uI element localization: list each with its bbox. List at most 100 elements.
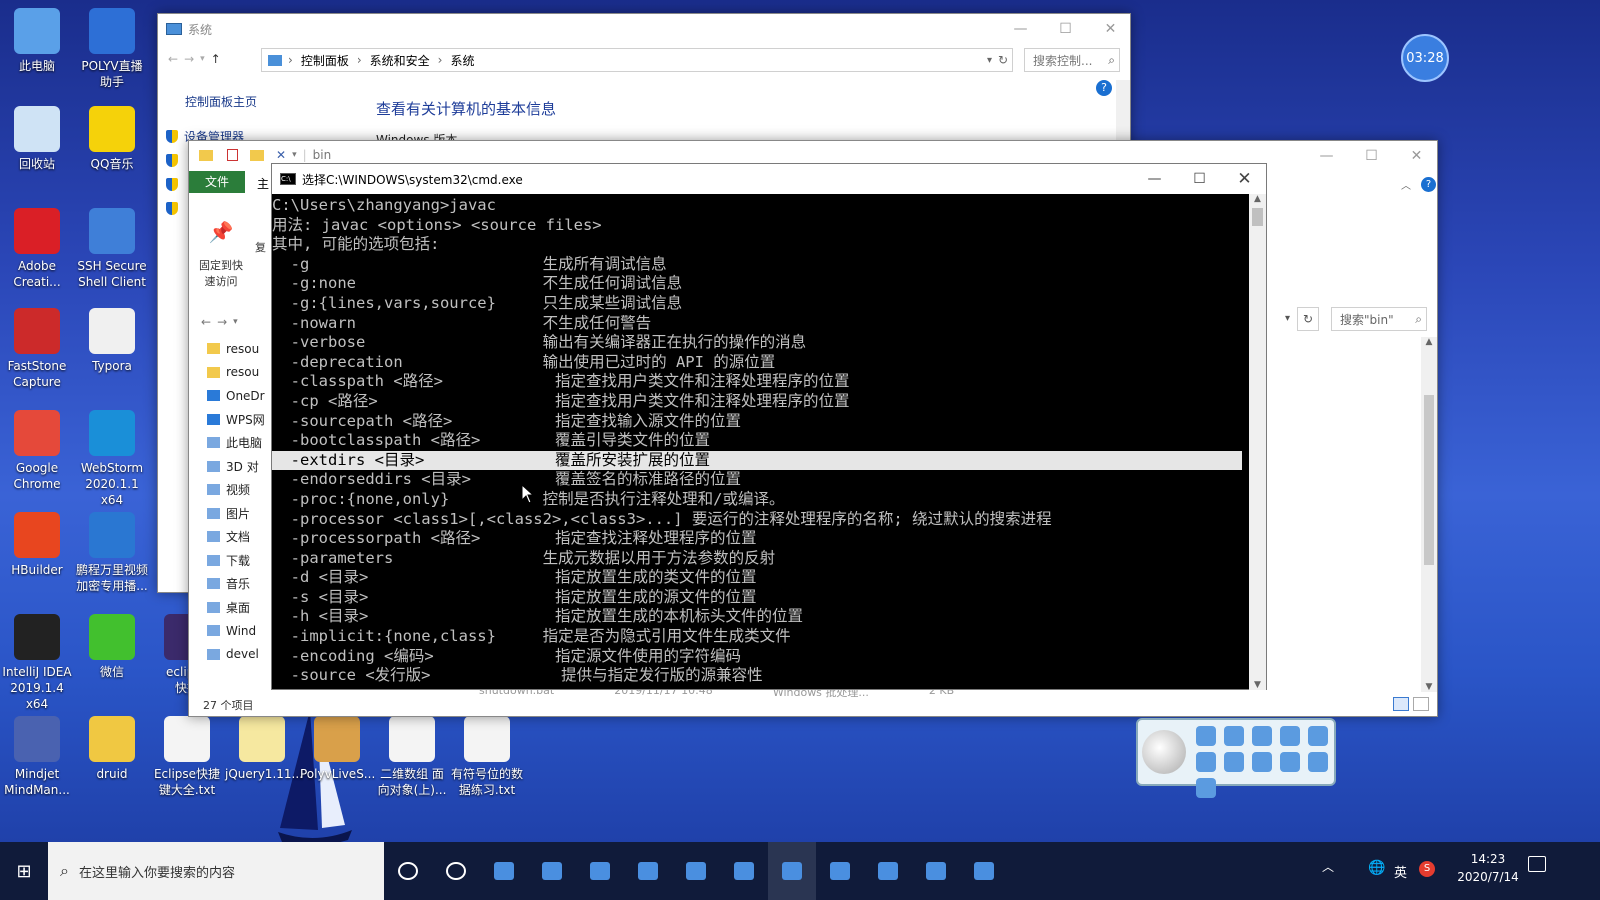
desktop-shortcut[interactable]: Eclipse快捷 键大全.txt — [150, 716, 224, 798]
breadcrumb-security[interactable]: 系统和安全 — [370, 52, 430, 69]
nav-pane-item[interactable]: 桌面 — [207, 596, 273, 620]
scroll-up-icon[interactable]: ▲ — [1421, 337, 1437, 347]
help-icon[interactable] — [1196, 778, 1216, 798]
settings-icon[interactable] — [1252, 752, 1272, 772]
cmd-taskbar-icon[interactable] — [768, 842, 816, 900]
toolbox-ball-icon[interactable] — [1142, 730, 1186, 774]
address-dropdown-icon[interactable]: ▾ — [987, 55, 992, 66]
explorer-scrollbar[interactable]: ▲ ▼ — [1421, 337, 1437, 692]
calendar-icon[interactable] — [1196, 726, 1216, 746]
cmd-close-button[interactable]: ✕ — [1222, 164, 1267, 194]
cmd-minimize-button[interactable]: — — [1132, 164, 1177, 194]
desktop-shortcut[interactable]: IntelliJ IDEA 2019.1.4 x64 — [0, 614, 74, 712]
star-icon[interactable] — [1280, 726, 1300, 746]
cmd-scroll-up-icon[interactable]: ▲ — [1249, 194, 1266, 204]
breadcrumb-control-panel[interactable]: 控制面板 — [301, 52, 349, 69]
explorer-forward-arrow-icon[interactable]: → — [217, 315, 227, 329]
chrome-taskbar-icon[interactable] — [624, 842, 672, 900]
ribbon-tab-file[interactable]: 文件 — [189, 171, 245, 193]
help-icon[interactable]: ? — [1096, 80, 1112, 96]
system-search-input[interactable]: 搜索控制... ⌕ — [1024, 48, 1120, 72]
typora-taskbar-icon[interactable] — [528, 842, 576, 900]
nav-pane-item[interactable]: 此电脑 — [207, 431, 273, 455]
nav-pane-item[interactable]: 3D 对 — [207, 455, 273, 479]
sync-icon[interactable] — [1196, 752, 1216, 772]
cmd-scroll-thumb[interactable] — [1252, 208, 1263, 226]
floating-clock-badge[interactable]: 03:28 — [1401, 34, 1449, 82]
desktop-shortcut[interactable]: WebStorm 2020.1.1 x64 — [75, 410, 149, 508]
screen-icon[interactable] — [960, 842, 1008, 900]
cmd-output[interactable]: C:\Users\zhangyang>javac 用法: javac <opti… — [272, 194, 1250, 690]
address-bar[interactable]: › 控制面板 › 系统和安全 › 系统 ▾ ↻ — [261, 48, 1013, 72]
explorer-close-button[interactable]: ✕ — [1394, 141, 1439, 171]
copy-button[interactable]: 复 — [255, 239, 266, 255]
desktop-shortcut[interactable]: 有符号位的数 据练习.txt — [450, 716, 524, 798]
desktop-shortcut[interactable]: Google Chrome — [0, 410, 74, 492]
folder-icon[interactable] — [1224, 726, 1244, 746]
start-windows-icon[interactable]: ⊞ — [0, 842, 48, 900]
desktop-shortcut[interactable]: PolyvLiveS... — [300, 716, 375, 782]
explorer-recent-dropdown-icon[interactable]: ▾ — [233, 317, 238, 327]
desktop-shortcut[interactable]: HBuilder — [0, 512, 74, 578]
minimize-button[interactable]: — — [998, 14, 1043, 44]
explorer-address-dropdown-icon[interactable]: ▾ — [1285, 313, 1290, 324]
question-icon[interactable] — [720, 842, 768, 900]
people-taskbar-icon[interactable] — [864, 842, 912, 900]
nav-pane-item[interactable]: devel — [207, 643, 273, 667]
pin-to-quick-access-button[interactable]: 📌 固定到快 速访问 — [195, 207, 247, 289]
quick-access-dropdown-icon[interactable]: ▾ — [292, 150, 297, 160]
search-icon[interactable] — [1308, 752, 1328, 772]
download-icon[interactable] — [1280, 752, 1300, 772]
desktop-shortcut[interactable]: jQuery1.11... — [225, 716, 303, 782]
nav-pane-item[interactable]: Wind — [207, 619, 273, 643]
control-panel-home-link[interactable]: 控制面板主页 — [185, 93, 257, 110]
people-icon[interactable] — [1224, 752, 1244, 772]
nav-pane-item[interactable]: OneDr — [207, 384, 273, 408]
details-view-icon[interactable] — [1393, 697, 1409, 711]
taskbar-search-box[interactable]: ⌕ 在这里输入你要搜索的内容 — [48, 842, 384, 900]
nav-pane-item[interactable]: 文档 — [207, 525, 273, 549]
ribbon-tab-home[interactable]: 主 — [257, 175, 269, 192]
scroll-thumb[interactable] — [1424, 395, 1434, 565]
task-view-icon[interactable] — [384, 842, 432, 900]
nav-pane-item[interactable]: WPS网 — [207, 408, 273, 432]
network-share-icon[interactable] — [1252, 726, 1272, 746]
desktop-shortcut[interactable]: 微信 — [75, 614, 149, 680]
maximize-button[interactable]: ☐ — [1043, 14, 1088, 44]
desktop-shortcut[interactable]: SSH Secure Shell Client — [75, 208, 149, 290]
scroll-down-icon[interactable]: ▼ — [1421, 682, 1437, 692]
desktop-shortcut[interactable]: Typora — [75, 308, 149, 374]
explorer-minimize-button[interactable]: — — [1304, 141, 1349, 171]
cmd-scrollbar[interactable]: ▲ ▼ — [1249, 194, 1266, 690]
desktop-shortcut[interactable]: 鹏程万里视频 加密专用播... — [75, 512, 149, 594]
nav-pane-item[interactable]: resou — [207, 361, 273, 385]
taskbar-clock[interactable]: 14:23 2020/7/14 — [1448, 850, 1528, 886]
large-icons-view-icon[interactable] — [1413, 697, 1429, 711]
desktop-shortcut[interactable]: POLYV直播 助手 — [75, 8, 149, 90]
notepad-icon[interactable] — [816, 842, 864, 900]
explorer-refresh-button[interactable]: ↻ — [1297, 307, 1319, 331]
cmd-maximize-button[interactable]: ☐ — [1177, 164, 1222, 194]
notification-center-icon[interactable] — [1528, 856, 1546, 872]
recent-dropdown-icon[interactable]: ▾ — [200, 54, 205, 64]
cmd-scroll-down-icon[interactable]: ▼ — [1249, 680, 1266, 690]
desktop-shortcut[interactable]: druid — [75, 716, 149, 782]
sogou-ime-icon[interactable]: S — [1419, 861, 1435, 877]
ribbon-collapse-icon[interactable]: ︿ — [1401, 177, 1411, 192]
properties-icon[interactable] — [227, 149, 238, 161]
desktop-shortcut[interactable]: QQ音乐 — [75, 106, 149, 172]
explorer-help-icon[interactable]: ? — [1421, 177, 1436, 192]
show-hidden-icons-icon[interactable]: ︿ — [1322, 858, 1334, 875]
refresh-icon[interactable]: ↻ — [998, 53, 1008, 67]
desktop-shortcut[interactable]: Mindjet MindMan... — [0, 716, 74, 798]
ime-indicator[interactable]: 英 — [1394, 862, 1407, 881]
explorer-maximize-button[interactable]: ☐ — [1349, 141, 1394, 171]
desktop-shortcut[interactable]: 回收站 — [0, 106, 74, 172]
new-folder-icon[interactable] — [250, 149, 264, 161]
nav-pane-item[interactable]: 图片 — [207, 502, 273, 526]
desktop-shortcut[interactable]: 二维数组 面 向对象(上)... — [375, 716, 449, 798]
calculator-icon[interactable] — [672, 842, 720, 900]
network-icon[interactable]: 🌐 — [1368, 860, 1385, 876]
up-arrow-icon[interactable]: ↑ — [211, 52, 221, 66]
nav-pane-item[interactable]: resou — [207, 337, 273, 361]
